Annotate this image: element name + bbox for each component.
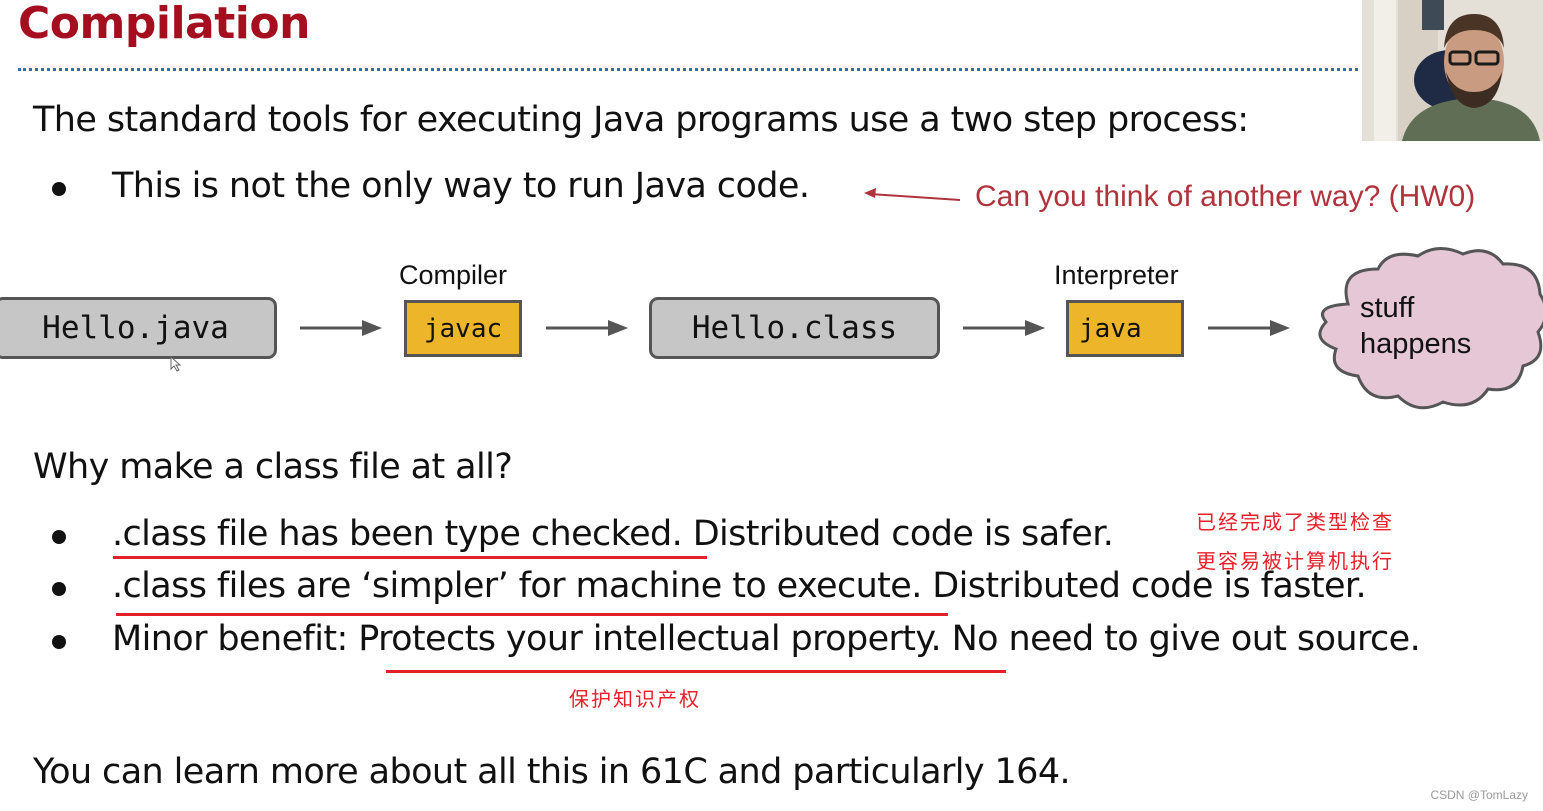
javac-label: javac [423, 313, 503, 344]
reason-underlined: .class file has been type checked. [112, 514, 683, 554]
question-heading: Why make a class file at all? [33, 447, 513, 487]
note-type-checked: 已经完成了类型检查 [1196, 510, 1394, 534]
presenter-image [1362, 0, 1543, 141]
java-box: java [1066, 300, 1184, 357]
red-underline [386, 670, 1006, 673]
arrow-right-icon [300, 320, 382, 336]
bullet-marker [52, 182, 66, 196]
javac-box: javac [404, 300, 522, 357]
bullet-not-only-way: This is not the only way to run Java cod… [112, 166, 810, 206]
cloud-line-1: stuff [1360, 292, 1415, 324]
hw0-annotation: Can you think of another way? (HW0) [975, 180, 1476, 213]
cloud-line-2: happens [1360, 328, 1472, 360]
footer-text: You can learn more about all this in 61C… [33, 752, 1071, 792]
title-divider [18, 68, 1358, 71]
reason-intellectual-property: Minor benefit: Protects your intellectua… [112, 619, 1421, 659]
mouse-cursor-icon [170, 356, 182, 372]
reason-rest: Distributed code is faster. [921, 566, 1367, 606]
presenter-webcam [1362, 0, 1543, 141]
watermark: CSDN @TomLazy [1430, 788, 1528, 802]
annotation-arrow-icon [864, 188, 961, 201]
hello-java-box: Hello.java [0, 297, 277, 359]
red-underline [116, 613, 948, 616]
reason-prefix: Minor benefit: [112, 619, 359, 659]
arrow-right-icon [1208, 320, 1290, 336]
red-underline [113, 556, 707, 559]
hello-java-label: Hello.java [42, 310, 229, 346]
bullet-marker [52, 582, 66, 596]
reason-simpler: .class files are ‘simpler’ for machine t… [112, 566, 1367, 606]
intro-text: The standard tools for executing Java pr… [33, 100, 1249, 140]
reason-underlined: .class files are ‘simpler’ for machine t… [112, 566, 922, 606]
hello-class-label: Hello.class [691, 310, 898, 346]
bullet-marker [52, 635, 66, 649]
interpreter-label: Interpreter [1054, 260, 1179, 290]
reason-type-checked: .class file has been type checked. Distr… [112, 514, 1114, 554]
note-intellectual-property: 保护知识产权 [569, 687, 701, 711]
reason-rest: Distributed code is safer. [682, 514, 1114, 554]
reason-rest: No need to give out source. [941, 619, 1421, 659]
hello-class-box: Hello.class [649, 297, 940, 359]
compiler-label: Compiler [399, 260, 508, 290]
slide-title: Compilation [18, 0, 310, 49]
arrow-right-icon [546, 320, 628, 336]
bullet-marker [52, 530, 66, 544]
arrow-right-icon [963, 320, 1045, 336]
stuff-happens-text: stuff happens [1360, 290, 1471, 362]
java-label: java [1079, 313, 1142, 344]
reason-underlined: Protects your intellectual property. [358, 619, 942, 659]
